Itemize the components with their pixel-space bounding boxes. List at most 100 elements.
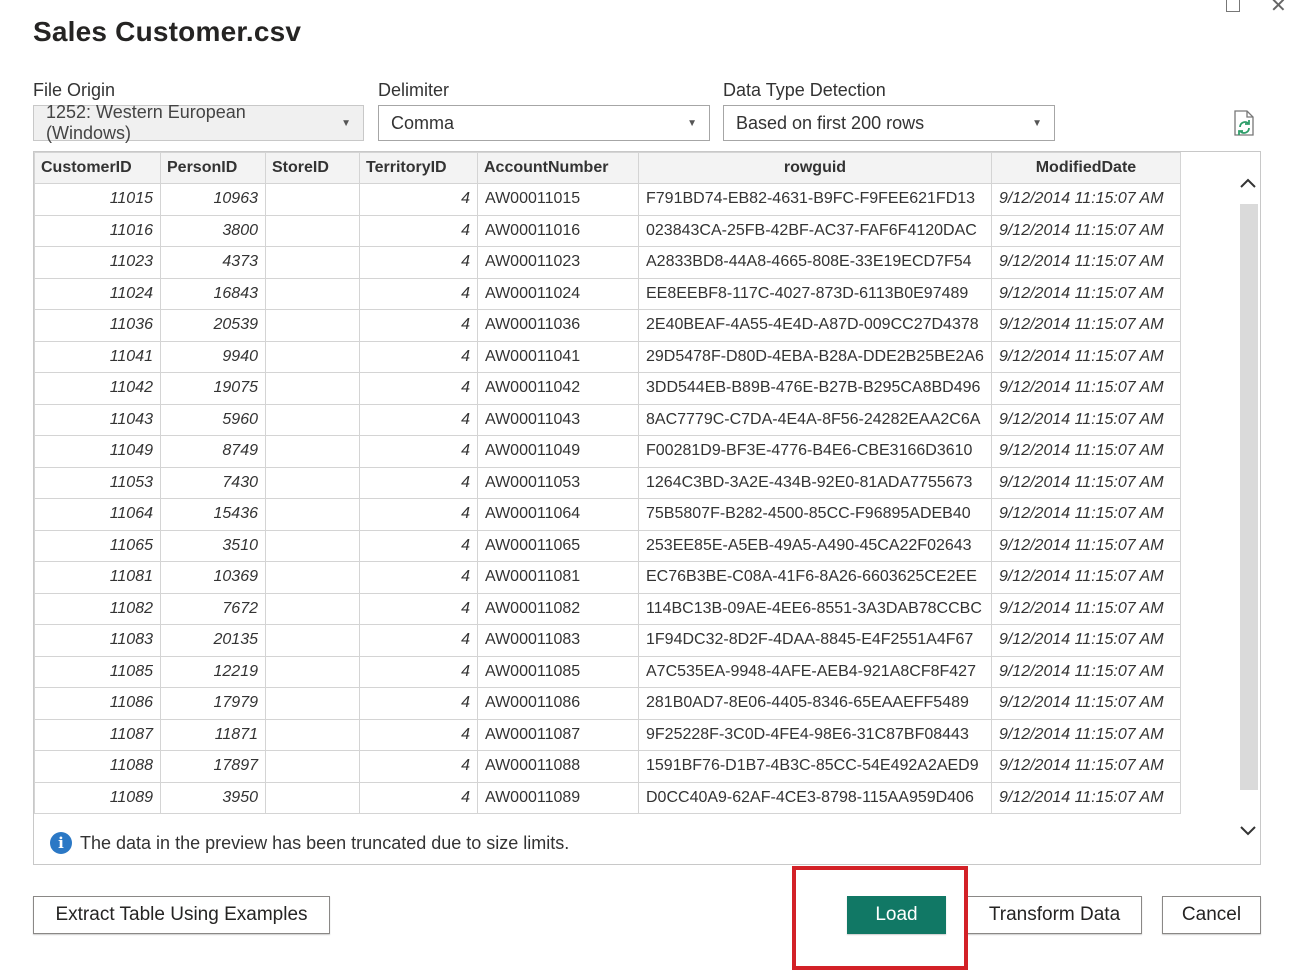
table-cell: 11088: [34, 750, 161, 783]
vertical-scrollbar[interactable]: [1236, 152, 1260, 864]
column-header[interactable]: rowguid: [638, 152, 992, 184]
table-cell: 11016: [34, 214, 161, 247]
table-row: 11088 17897 4 AW00011088 1591BF76-D1B7-4B3C-…: [34, 750, 1181, 783]
column-header[interactable]: PersonID: [160, 152, 266, 184]
table-cell: 11024: [34, 277, 161, 310]
table-cell: 4: [359, 183, 478, 216]
table-cell: 4: [359, 498, 478, 531]
table-cell: AW00011053: [477, 466, 639, 499]
table-cell: F00281D9-BF3E-4776-B4E6-CBE3166D3610: [638, 435, 992, 468]
table-cell: AW00011085: [477, 655, 639, 688]
table-cell: 12219: [160, 655, 266, 688]
table-cell: 4: [359, 372, 478, 405]
table-cell: 281B0AD7-8E06-4405-8346-65EAAEFF5489: [638, 687, 992, 720]
table-cell: 9/12/2014 11:15:07 AM: [990, 309, 1181, 342]
table-cell: 9/12/2014 11:15:07 AM: [990, 561, 1181, 594]
column-header[interactable]: TerritoryID: [359, 152, 478, 184]
table-cell: 114BC13B-09AE-4EE6-8551-3A3DAB78CCBC: [638, 592, 992, 625]
scroll-up-icon[interactable]: [1239, 174, 1257, 192]
table-cell: 10369: [160, 561, 266, 594]
table-cell: AW00011088: [477, 750, 639, 783]
column-header[interactable]: AccountNumber: [477, 152, 639, 184]
truncation-notice-text: The data in the preview has been truncat…: [80, 832, 570, 853]
table-cell: 9/12/2014 11:15:07 AM: [990, 277, 1181, 310]
table-cell: 17979: [160, 687, 266, 720]
table-cell: 9/12/2014 11:15:07 AM: [990, 592, 1181, 625]
delimiter-label: Delimiter: [378, 80, 450, 100]
table-cell: AW00011081: [477, 561, 639, 594]
table-cell: 11083: [34, 624, 161, 657]
delimiter-dropdown[interactable]: Comma ▼: [378, 105, 710, 141]
table-cell: 9/12/2014 11:15:07 AM: [990, 624, 1181, 657]
table-cell: 9/12/2014 11:15:07 AM: [990, 435, 1181, 468]
table-cell: 2E40BEAF-4A55-4E4D-A87D-009CC27D4378: [638, 309, 992, 342]
table-cell: AW00011043: [477, 403, 639, 436]
table-cell: 19075: [160, 372, 266, 405]
table-cell: 4: [359, 214, 478, 247]
table-cell: 9/12/2014 11:15:07 AM: [990, 403, 1181, 436]
table-cell: 4: [359, 750, 478, 783]
table-cell: 9/12/2014 11:15:07 AM: [990, 340, 1181, 373]
cancel-button[interactable]: Cancel: [1162, 896, 1261, 934]
table-row: 11023 4373 4 AW00011023 A2833BD8-44A8-4665-8…: [34, 246, 1181, 279]
table-row: 11081 10369 4 AW00011081 EC76B3BE-C08A-41F6-…: [34, 561, 1181, 594]
column-header[interactable]: StoreID: [265, 152, 360, 184]
info-icon: i: [50, 832, 72, 854]
column-header[interactable]: CustomerID: [34, 152, 161, 184]
table-cell: D0CC40A9-62AF-4CE3-8798-115AA959D406: [638, 781, 992, 814]
table-cell: [265, 529, 360, 562]
table-cell: 11043: [34, 403, 161, 436]
table-cell: [265, 466, 360, 499]
table-cell: [265, 655, 360, 688]
table-cell: 11065: [34, 529, 161, 562]
transform-data-button[interactable]: Transform Data: [967, 896, 1142, 934]
table-cell: AW00011036: [477, 309, 639, 342]
table-cell: 4: [359, 781, 478, 814]
table-cell: 9/12/2014 11:15:07 AM: [990, 214, 1181, 247]
scroll-down-icon[interactable]: [1239, 822, 1257, 840]
table-cell: 11049: [34, 435, 161, 468]
refresh-file-icon[interactable]: [1232, 110, 1256, 136]
file-origin-dropdown[interactable]: 1252: Western European (Windows) ▼: [33, 102, 364, 143]
table-cell: 9/12/2014 11:15:07 AM: [990, 529, 1181, 562]
table-cell: AW00011089: [477, 781, 639, 814]
column-header[interactable]: ModifiedDate: [990, 152, 1181, 184]
truncation-notice: i The data in the preview has been trunc…: [50, 832, 569, 854]
table-cell: 4: [359, 466, 478, 499]
table-cell: 253EE85E-A5EB-49A5-A490-45CA22F02643: [638, 529, 992, 562]
table-row: 11041 9940 4 AW00011041 29D5478F-D80D-4EBA-B…: [34, 340, 1181, 373]
data-type-detection-dropdown[interactable]: Based on first 200 rows ▼: [723, 105, 1055, 141]
table-cell: 9/12/2014 11:15:07 AM: [990, 498, 1181, 531]
delimiter-value: Comma: [391, 112, 455, 133]
table-row: 11042 19075 4 AW00011042 3DD544EB-B89B-476E-…: [34, 372, 1181, 405]
table-cell: [265, 309, 360, 342]
table-cell: AW00011041: [477, 340, 639, 373]
maximize-icon[interactable]: [1226, 0, 1240, 12]
table-row: 11015 10963 4 AW00011015 F791BD74-EB82-4631-…: [34, 183, 1181, 216]
extract-table-button[interactable]: Extract Table Using Examples: [33, 896, 330, 934]
table-row: 11043 5960 4 AW00011043 8AC7779C-C7DA-4E4A-8…: [34, 403, 1181, 436]
table-cell: A2833BD8-44A8-4665-808E-33E19ECD7F54: [638, 246, 992, 279]
scrollbar-thumb[interactable]: [1240, 204, 1258, 790]
table-cell: AW00011024: [477, 277, 639, 310]
table-cell: 11085: [34, 655, 161, 688]
table-cell: 023843CA-25FB-42BF-AC37-FAF6F4120DAC: [638, 214, 992, 247]
table-cell: 4: [359, 624, 478, 657]
close-icon[interactable]: ✕: [1270, 0, 1288, 16]
table-cell: 4: [359, 561, 478, 594]
table-cell: 1591BF76-D1B7-4B3C-85CC-54E492A2AED9: [638, 750, 992, 783]
table-row: 11082 7672 4 AW00011082 114BC13B-09AE-4EE6-8…: [34, 592, 1181, 625]
table-cell: 17897: [160, 750, 266, 783]
table-cell: 16843: [160, 277, 266, 310]
table-cell: 15436: [160, 498, 266, 531]
table-row: 11089 3950 4 AW00011089 D0CC40A9-62AF-4CE3-8…: [34, 781, 1181, 814]
table-cell: 4: [359, 340, 478, 373]
table-cell: AW00011015: [477, 183, 639, 216]
table-row: 11064 15436 4 AW00011064 75B5807F-B282-4500-…: [34, 498, 1181, 531]
table-cell: 9/12/2014 11:15:07 AM: [990, 372, 1181, 405]
table-cell: 3800: [160, 214, 266, 247]
table-cell: [265, 781, 360, 814]
file-origin-value: 1252: Western European (Windows): [46, 102, 246, 143]
table-row: 11085 12219 4 AW00011085 A7C535EA-9948-4AFE-…: [34, 655, 1181, 688]
table-cell: 4: [359, 529, 478, 562]
